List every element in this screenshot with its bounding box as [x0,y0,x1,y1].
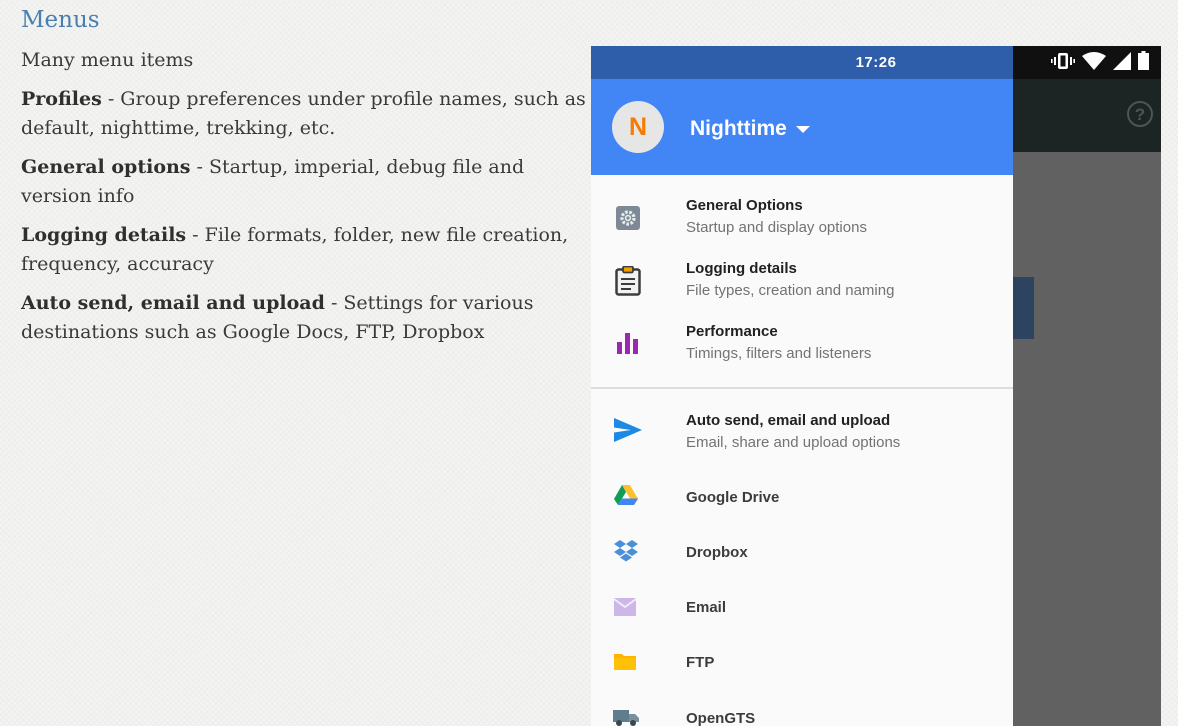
menu-item-label: OpenGTS [686,710,756,726]
note-logging-details: Logging details - File formats, folder, … [21,224,569,275]
gear-icon [615,205,641,236]
phone-screenshot: 17:26 ? N Nighttime General Options Star… [591,46,1161,726]
vibrate-icon [1051,52,1075,75]
battery-icon [1138,51,1149,75]
menu-item-title: General Options [686,197,803,214]
menu-item-google-drive[interactable]: Google Drive [591,477,1013,517]
profile-avatar[interactable]: N [612,101,664,153]
drawer-scrim[interactable] [1013,152,1161,726]
profile-name: Nighttime [690,117,787,140]
help-icon[interactable]: ? [1127,101,1153,127]
email-icon [613,598,637,621]
note-intro: Many menu items [21,49,194,71]
menu-item-general-options[interactable]: General Options Startup and display opti… [591,197,1013,249]
clipboard-icon [615,265,641,301]
slide-title: Menus [21,7,100,33]
bar-chart-icon [615,330,641,361]
wifi-icon [1082,51,1106,75]
menu-item-title: Performance [686,323,778,340]
background-app-card [1013,277,1034,339]
send-icon [613,417,643,448]
menu-item-title: Auto send, email and upload [686,412,891,429]
dropdown-arrow-icon [795,125,810,133]
menu-item-subtitle: Startup and display options [686,219,867,236]
menu-item-email[interactable]: Email [591,587,1013,627]
menu-item-title: Logging details [686,260,797,277]
google-drive-icon [613,484,639,511]
profile-selector[interactable]: Nighttime [690,117,810,141]
menu-item-subtitle: Timings, filters and listeners [686,345,872,362]
menu-item-subtitle: File types, creation and naming [686,282,895,299]
menu-item-label: Dropbox [686,544,748,561]
menu-item-label: Google Drive [686,489,780,506]
menu-item-performance[interactable]: Performance Timings, filters and listene… [591,323,1013,375]
menu-item-subtitle: Email, share and upload options [686,434,901,451]
menu-item-label: Email [686,599,727,616]
menu-item-opengts[interactable]: OpenGTS [591,698,1013,726]
dropbox-icon [613,539,639,568]
navigation-drawer: N Nighttime General Options Startup and … [591,79,1013,726]
menu-item-dropbox[interactable]: Dropbox [591,532,1013,572]
drawer-header: N Nighttime [591,79,1013,175]
status-icons [1051,51,1149,75]
menu-item-auto-send[interactable]: Auto send, email and upload Email, share… [591,409,1013,461]
status-bar: 17:26 [591,46,1161,79]
note-general-options: General options - Startup, imperial, deb… [21,156,525,207]
background-app-toolbar: ? [1013,79,1161,152]
menu-item-logging-details[interactable]: Logging details File types, creation and… [591,260,1013,312]
drawer-divider [591,387,1013,389]
menu-item-label: FTP [686,654,715,671]
menu-item-ftp[interactable]: FTP [591,642,1013,682]
slide-notes: Many menu items Profiles - Group prefere… [21,46,596,357]
note-profiles: Profiles - Group preferences under profi… [21,88,586,139]
note-auto-send: Auto send, email and upload - Settings f… [21,292,534,343]
folder-icon [614,652,636,675]
cell-signal-icon [1113,51,1131,75]
truck-icon [613,708,639,726]
